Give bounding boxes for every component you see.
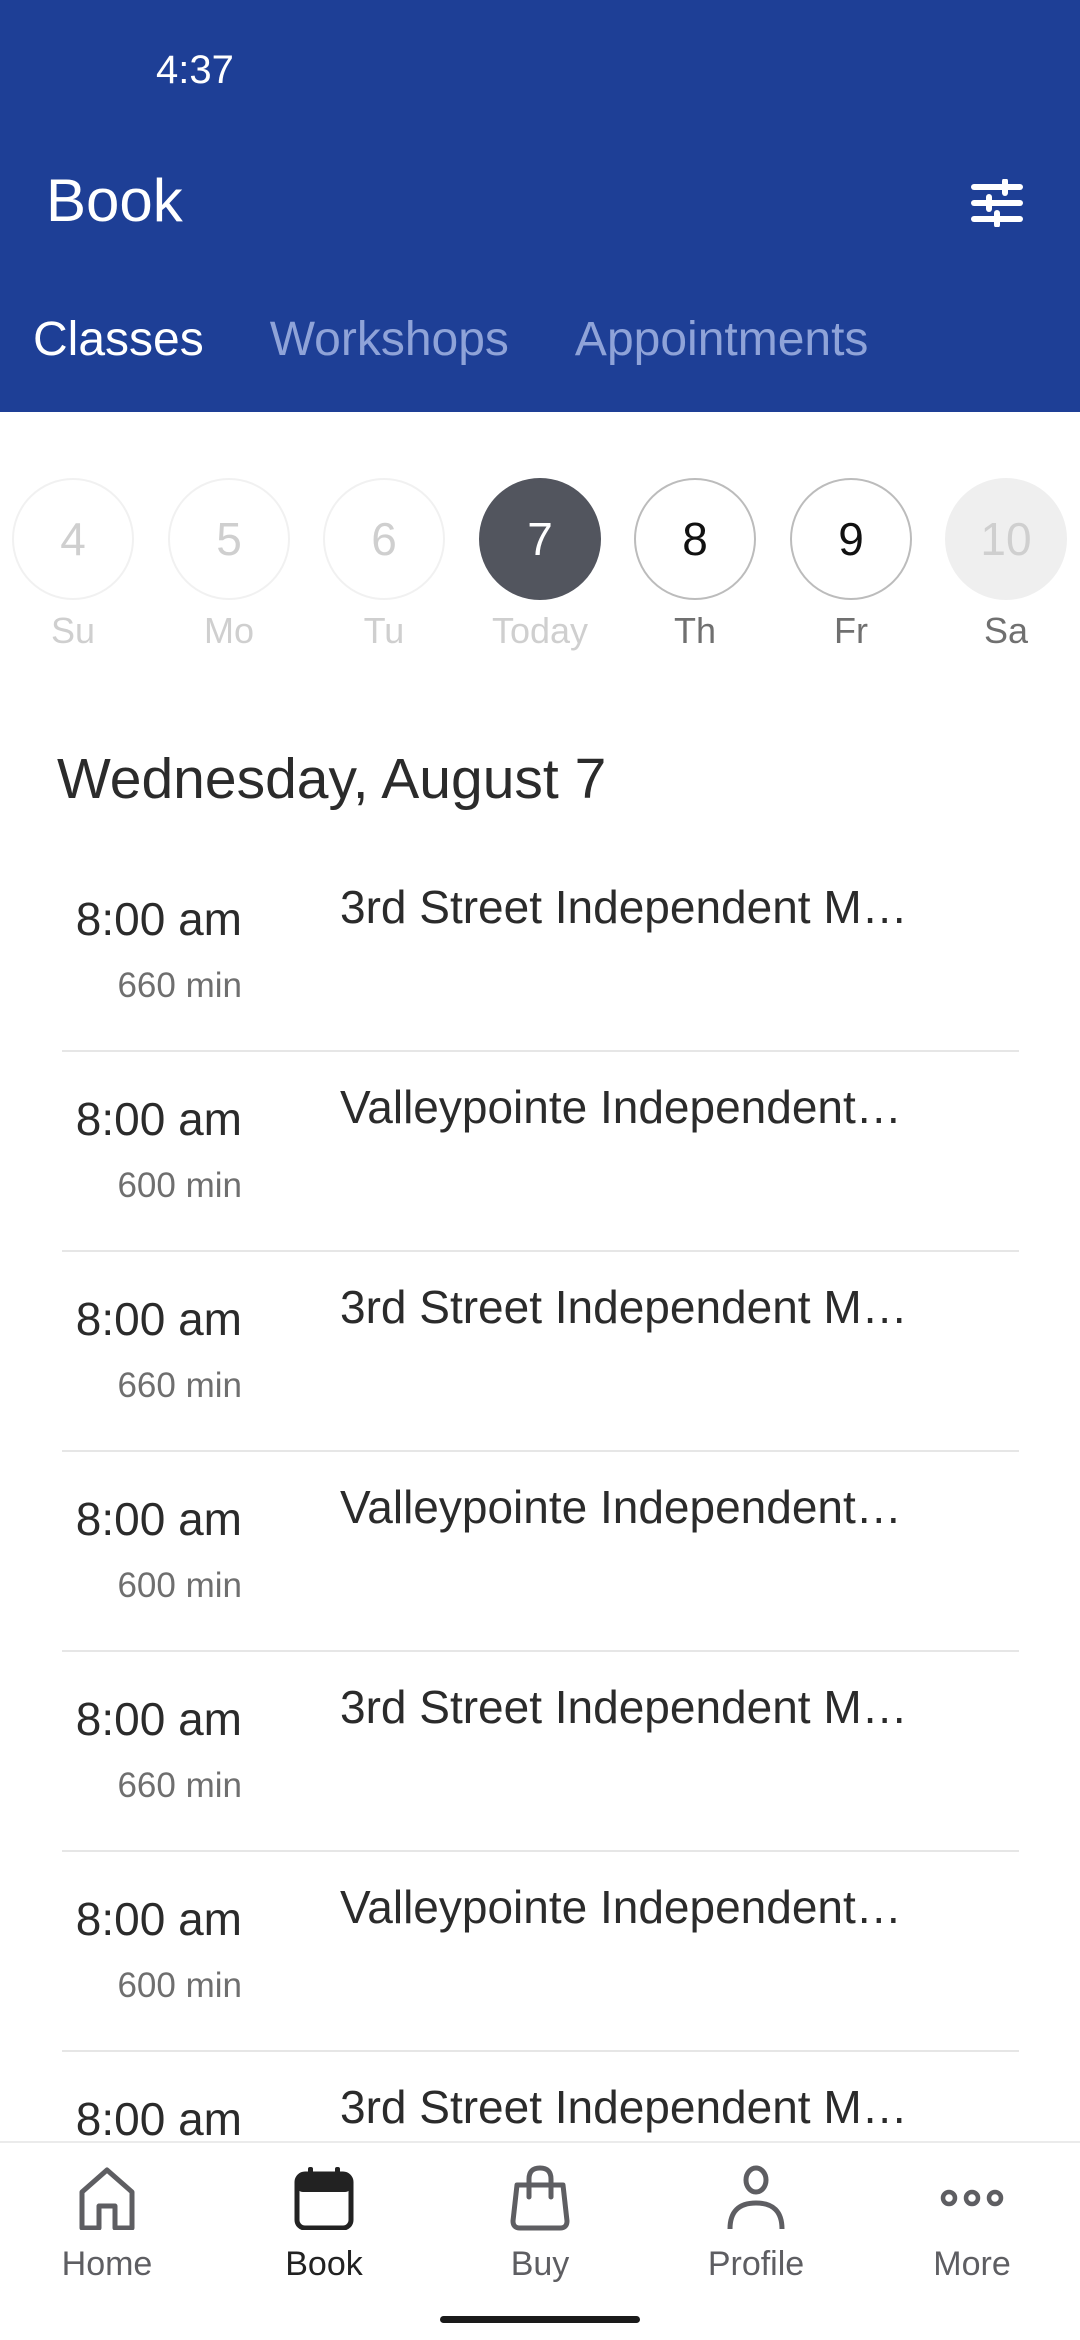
nav-profile[interactable]: Profile (666, 2163, 846, 2284)
class-duration: 660 min (117, 1366, 242, 1405)
class-name: Valleypointe Independent… (340, 1881, 902, 1933)
home-indicator[interactable] (440, 2316, 640, 2323)
class-name: Valleypointe Independent… (340, 1481, 902, 1533)
date-circle: 4 (12, 478, 134, 600)
date-item[interactable]: 8 Th (633, 478, 757, 652)
date-circle: 6 (323, 478, 445, 600)
nav-book[interactable]: Book (234, 2163, 414, 2284)
date-circle: 5 (168, 478, 290, 600)
date-item-selected[interactable]: 7 Today (478, 478, 602, 652)
date-circle: 7 (479, 478, 601, 600)
tab-classes[interactable]: Classes (33, 312, 204, 382)
class-row[interactable]: 8:00 am 600 min Valleypointe Independent… (0, 1452, 1080, 1652)
date-item[interactable]: 4 Su (11, 478, 135, 652)
class-name: 3rd Street Independent M… (340, 1281, 908, 1333)
date-strip: 4 Su 5 Mo 6 Tu 7 Today 8 Th 9 Fr 10 Sa (0, 478, 1080, 658)
status-bar-time: 4:37 (156, 48, 234, 92)
class-duration: 600 min (117, 1966, 242, 2005)
nav-label: Home (61, 2245, 153, 2283)
nav-buy[interactable]: Buy (450, 2163, 630, 2284)
class-time: 8:00 am (75, 1493, 242, 1545)
bottom-navigation: Home Book Buy Profile More (0, 2141, 1080, 2340)
tab-workshops[interactable]: Workshops (270, 312, 509, 382)
class-duration: 600 min (117, 1166, 242, 1205)
class-time: 8:00 am (75, 2093, 242, 2145)
class-name: 3rd Street Independent M… (340, 881, 908, 933)
class-duration: 660 min (117, 1766, 242, 1805)
home-icon (79, 2167, 135, 2230)
class-time: 8:00 am (75, 893, 242, 945)
class-row[interactable]: 8:00 am 660 min 3rd Street Independent M… (0, 1652, 1080, 1852)
class-row[interactable]: 8:00 am 660 min 3rd Street Independent M… (0, 852, 1080, 1052)
date-item[interactable]: 10 Sa (944, 478, 1068, 652)
day-heading: Wednesday, August 7 (57, 747, 607, 811)
nav-home[interactable]: Home (17, 2163, 197, 2284)
class-list: 8:00 am 660 min 3rd Street Independent M… (0, 852, 1080, 2252)
class-name: Valleypointe Independent… (340, 1081, 902, 1133)
date-label: Fr (834, 610, 868, 651)
person-icon (727, 2165, 785, 2230)
tab-appointments[interactable]: Appointments (575, 312, 869, 382)
sliders-icon (971, 179, 1023, 227)
nav-label: Profile (707, 2245, 805, 2283)
date-label: Th (673, 610, 716, 651)
date-item[interactable]: 5 Mo (167, 478, 291, 652)
class-row[interactable]: 8:00 am 600 min Valleypointe Independent… (0, 1052, 1080, 1252)
app-bar: 4:37 Book Classes Workshops Appointments (0, 0, 1080, 412)
page-title: Book (46, 167, 183, 234)
nav-more[interactable]: More (882, 2163, 1062, 2284)
date-label: Su (50, 610, 96, 651)
filter-button[interactable] (962, 168, 1032, 238)
nav-label: More (933, 2245, 1011, 2283)
date-label: Today (491, 610, 589, 651)
class-time: 8:00 am (75, 1893, 242, 1945)
date-item[interactable]: 9 Fr (789, 478, 913, 652)
class-row[interactable]: 8:00 am 600 min Valleypointe Independent… (0, 1852, 1080, 2052)
nav-label: Book (285, 2245, 363, 2283)
date-label: Tu (363, 610, 405, 651)
date-circle: 9 (790, 478, 912, 600)
more-dots-icon (940, 2189, 1004, 2207)
calendar-icon (294, 2167, 354, 2230)
date-label: Mo (203, 610, 254, 651)
date-circle: 8 (634, 478, 756, 600)
class-row[interactable]: 8:00 am 660 min 3rd Street Independent M… (0, 1252, 1080, 1452)
date-item[interactable]: 6 Tu (322, 478, 446, 652)
shopping-bag-icon (510, 2165, 570, 2231)
date-circle: 10 (945, 478, 1067, 600)
category-tabs: Classes Workshops Appointments (0, 312, 934, 382)
date-label: Sa (983, 610, 1029, 651)
class-name: 3rd Street Independent M… (340, 1681, 908, 1733)
class-name: 3rd Street Independent M… (340, 2081, 908, 2133)
nav-label: Buy (510, 2245, 570, 2283)
class-time: 8:00 am (75, 1693, 242, 1745)
class-duration: 660 min (117, 966, 242, 1005)
class-time: 8:00 am (75, 1293, 242, 1345)
class-duration: 600 min (117, 1566, 242, 1605)
class-time: 8:00 am (75, 1093, 242, 1145)
